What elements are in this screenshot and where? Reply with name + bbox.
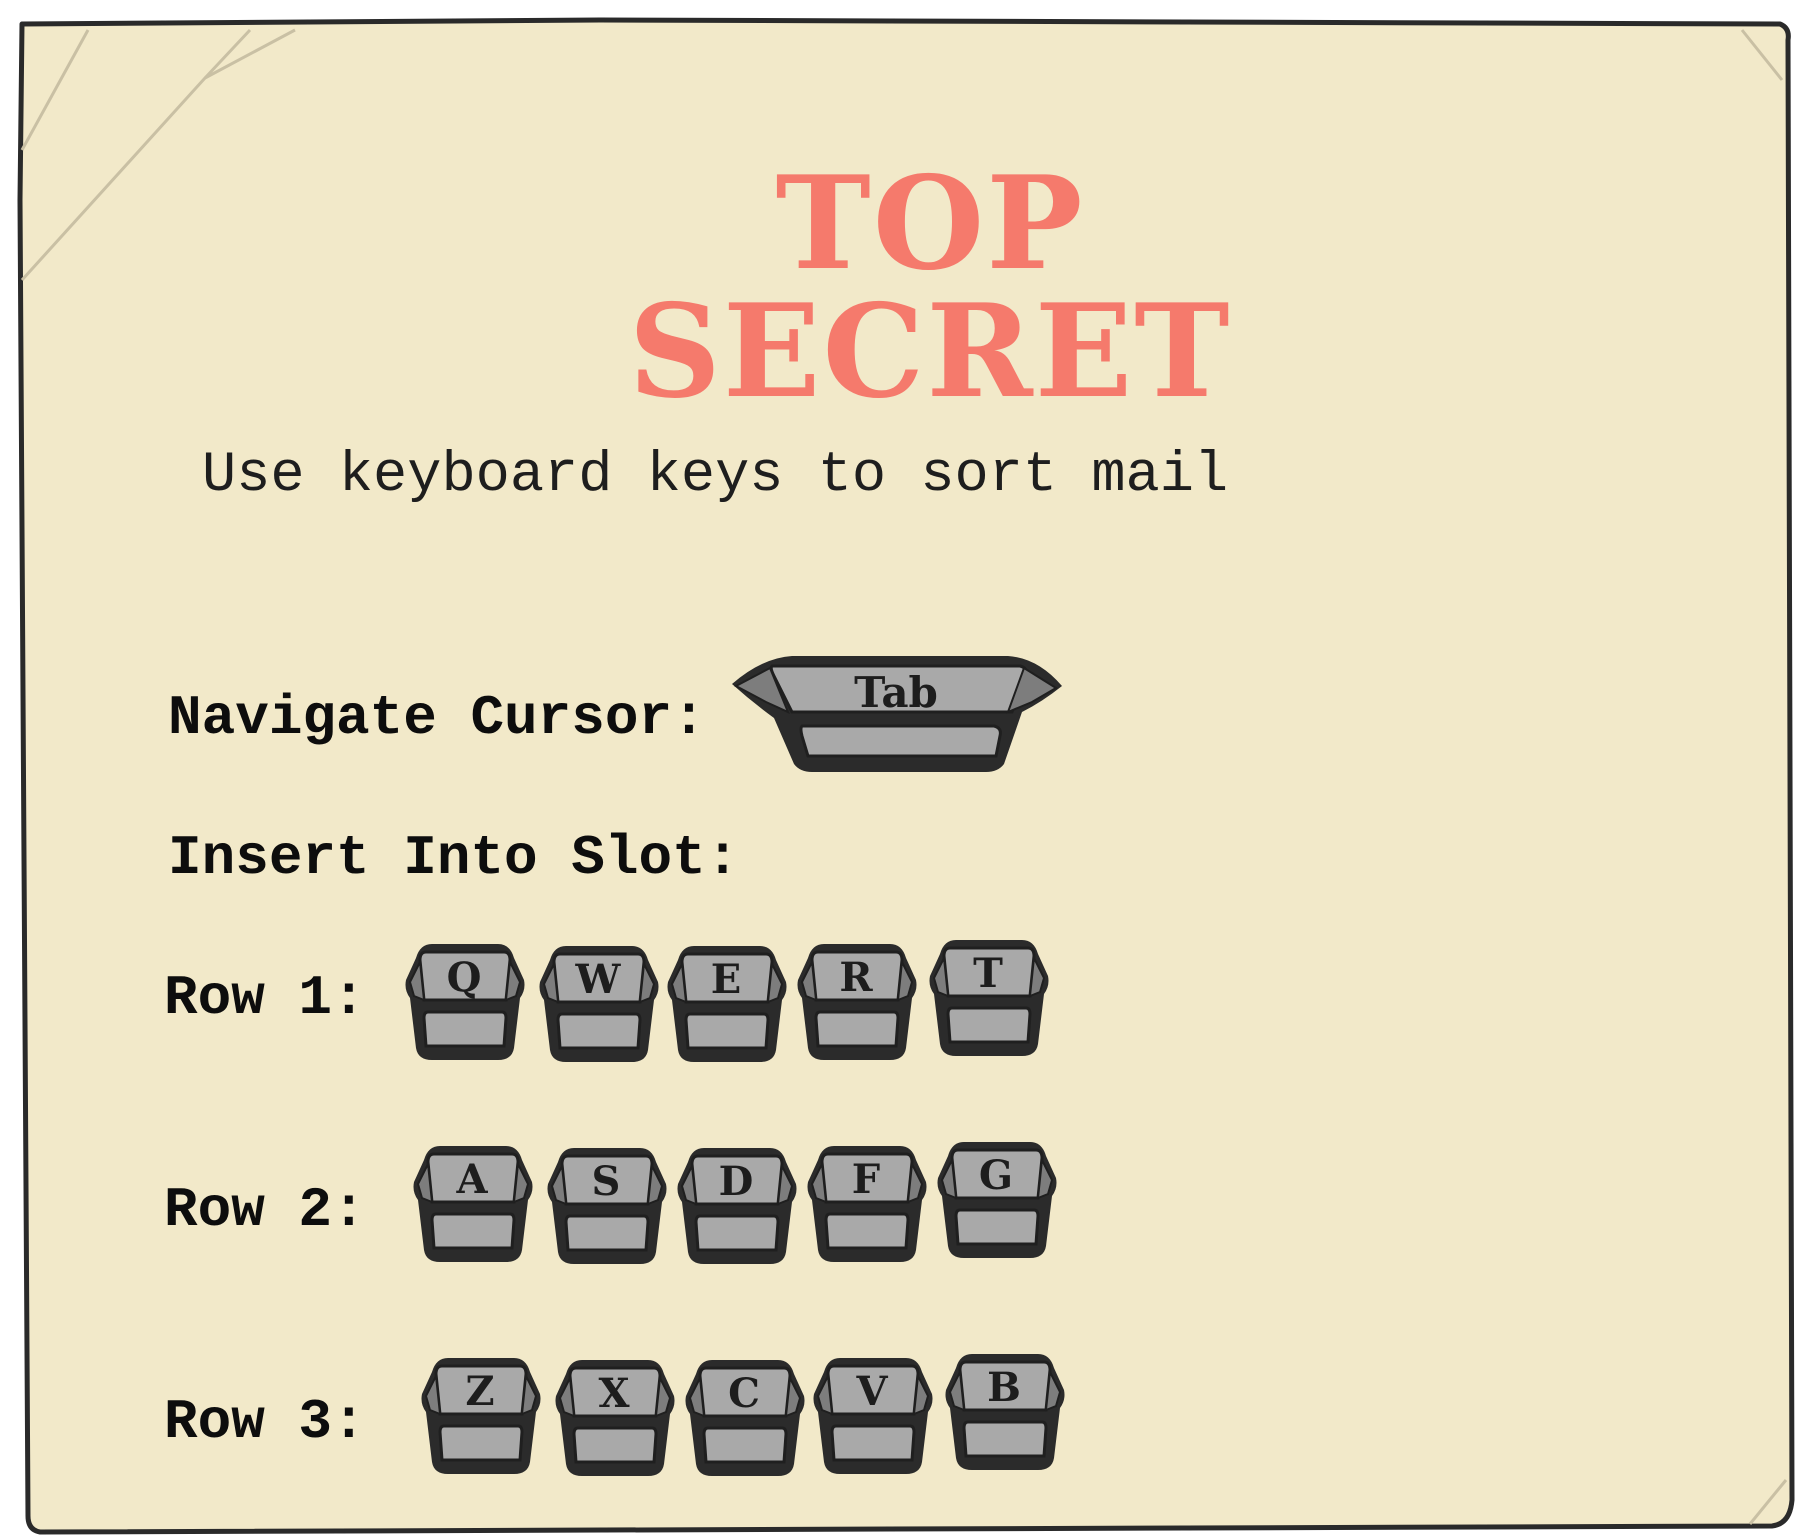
row-1-label: Row 1: <box>164 966 366 1030</box>
key-w[interactable]: W <box>536 942 660 1066</box>
row-3-label: Row 3: <box>164 1390 366 1454</box>
navigate-cursor-label: Navigate Cursor: <box>168 686 706 750</box>
key-s[interactable]: S <box>544 1144 668 1268</box>
key-r[interactable]: R <box>794 940 918 1064</box>
key-f[interactable]: F <box>804 1142 928 1266</box>
key-z[interactable]: Z <box>418 1354 542 1478</box>
key-x-label: X <box>598 1370 630 1417</box>
key-b-label: B <box>987 1364 1021 1411</box>
key-a-label: A <box>456 1156 488 1203</box>
key-d-label: D <box>718 1158 754 1205</box>
key-s-label: S <box>591 1158 621 1205</box>
tab-key[interactable]: Tab <box>722 652 1070 776</box>
key-e-label: E <box>710 956 742 1003</box>
key-r-label: R <box>839 954 873 1001</box>
key-d[interactable]: D <box>674 1144 798 1268</box>
key-f-label: F <box>851 1156 881 1203</box>
insert-into-slot-label: Insert Into Slot: <box>168 826 740 890</box>
row-2-label: Row 2: <box>164 1178 366 1242</box>
key-c[interactable]: C <box>682 1356 806 1480</box>
key-b[interactable]: B <box>942 1350 1066 1474</box>
key-c-label: C <box>728 1370 760 1417</box>
key-v[interactable]: V <box>810 1354 934 1478</box>
key-q-label: Q <box>446 954 482 1001</box>
key-q[interactable]: Q <box>402 940 526 1064</box>
key-g-label: G <box>978 1152 1014 1199</box>
key-g[interactable]: G <box>934 1138 1058 1262</box>
key-t[interactable]: T <box>926 936 1050 1060</box>
instruction-text: Use keyboard keys to sort mail <box>202 444 1229 508</box>
key-x[interactable]: X <box>552 1356 676 1480</box>
key-z-label: Z <box>465 1368 495 1415</box>
key-v-label: V <box>856 1368 888 1415</box>
page-title: TOP SECRET <box>628 149 1232 427</box>
tab-key-label: Tab <box>854 668 938 717</box>
key-a[interactable]: A <box>410 1142 534 1266</box>
key-w-label: W <box>575 956 621 1003</box>
key-e[interactable]: E <box>664 942 788 1066</box>
key-t-label: T <box>973 950 1003 997</box>
